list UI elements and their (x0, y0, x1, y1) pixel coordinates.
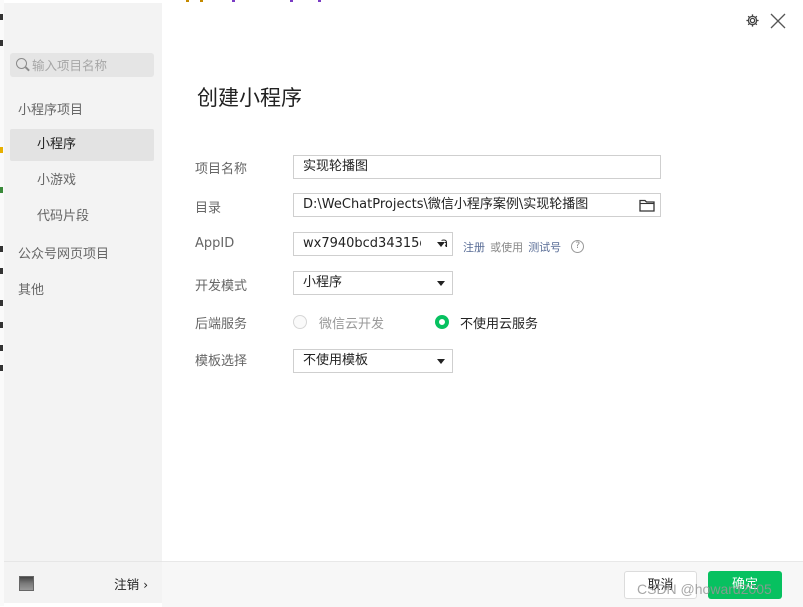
radio-cloud-dev[interactable] (293, 315, 307, 329)
logout-label: 注销 (114, 577, 140, 592)
template-label: 模板选择 (195, 354, 248, 369)
project-name-label: 项目名称 (195, 162, 248, 177)
sidebar-footer: 注销 › (4, 561, 162, 604)
radio-cloud-dev-label[interactable]: 微信云开发 (319, 313, 384, 332)
chevron-down-icon (437, 242, 445, 247)
page-title: 创建小程序 (197, 86, 302, 110)
avatar[interactable] (19, 576, 34, 591)
radio-no-cloud[interactable] (435, 315, 449, 329)
category-official-account-web[interactable]: 公众号网页项目 (18, 243, 109, 262)
template-value: 不使用模板 (303, 353, 369, 368)
appid-label: AppID (195, 236, 235, 251)
sidebar-item-miniprogram[interactable]: 小程序 (10, 129, 154, 161)
directory-label: 目录 (195, 201, 222, 216)
directory-input[interactable]: D:\WeChatProjects\微信小程序案例\实现轮播图 (293, 193, 661, 217)
chevron-down-icon (437, 359, 445, 364)
appid-value: wx7940bcd34315dfea (303, 236, 449, 251)
dev-mode-value: 小程序 (303, 275, 343, 290)
watermark: CSDN @howard2005 (637, 581, 772, 597)
register-link[interactable]: 注册 (463, 241, 485, 254)
search-input[interactable] (32, 55, 150, 75)
sidebar-item-code-snippet[interactable]: 代码片段 (10, 201, 154, 233)
dev-mode-label: 开发模式 (195, 279, 248, 294)
appid-select[interactable]: wx7940bcd34315dfea (293, 232, 453, 256)
project-name-input[interactable]: 实现轮播图 (293, 155, 661, 179)
gear-icon[interactable] (745, 13, 760, 28)
appid-links: 注册 或使用 测试号 ? (463, 236, 585, 255)
radio-no-cloud-label[interactable]: 不使用云服务 (460, 313, 538, 332)
search-box[interactable] (10, 53, 154, 77)
or-use-text: 或使用 (490, 241, 524, 254)
category-other[interactable]: 其他 (18, 279, 44, 298)
sidebar-item-minigame[interactable]: 小游戏 (10, 165, 154, 197)
chevron-right-icon: › (143, 578, 148, 592)
chevron-down-icon (437, 281, 445, 286)
backend-label: 后端服务 (195, 317, 248, 332)
folder-icon[interactable] (639, 198, 655, 212)
directory-value: D:\WeChatProjects\微信小程序案例\实现轮播图 (303, 197, 589, 212)
dev-mode-select[interactable]: 小程序 (293, 271, 453, 295)
close-icon[interactable] (770, 13, 786, 29)
logout-button[interactable]: 注销 › (114, 574, 148, 593)
template-select[interactable]: 不使用模板 (293, 349, 453, 373)
category-miniprogram-projects[interactable]: 小程序项目 (18, 99, 83, 118)
sidebar: 小程序项目 小程序 小游戏 代码片段 公众号网页项目 其他 注销› (4, 3, 162, 603)
background-window-top (162, 0, 803, 3)
help-icon[interactable]: ? (571, 240, 585, 253)
search-icon (16, 58, 27, 69)
test-account-link[interactable]: 测试号 (528, 241, 561, 254)
